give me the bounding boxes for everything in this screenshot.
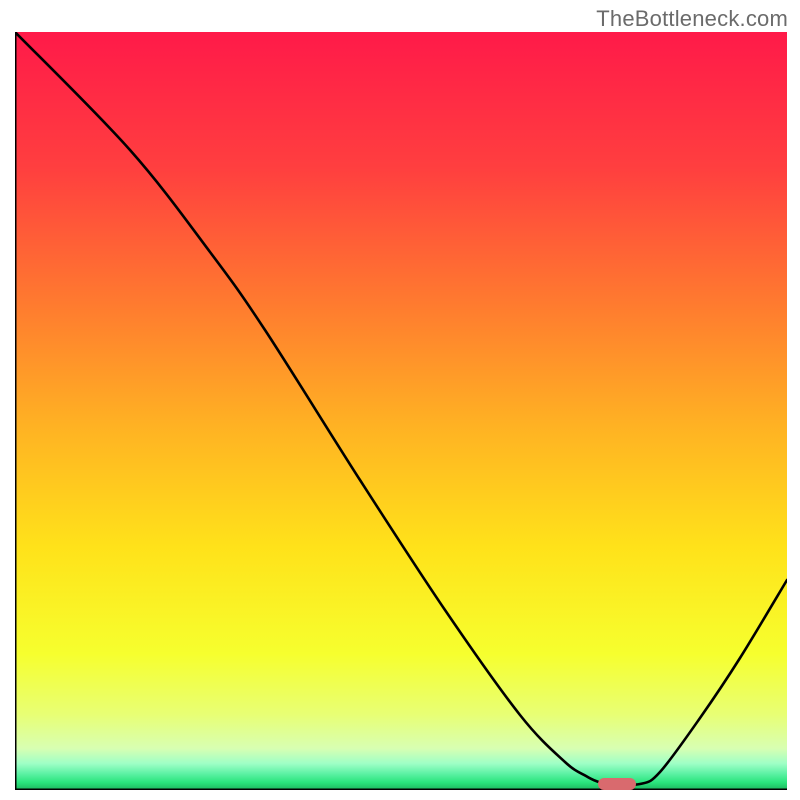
watermark-text: TheBottleneck.com — [596, 6, 788, 32]
chart-curve-layer — [15, 32, 787, 790]
chart-plot-area — [15, 32, 787, 790]
optimal-marker — [598, 778, 636, 790]
bottleneck-curve-line — [15, 32, 787, 785]
